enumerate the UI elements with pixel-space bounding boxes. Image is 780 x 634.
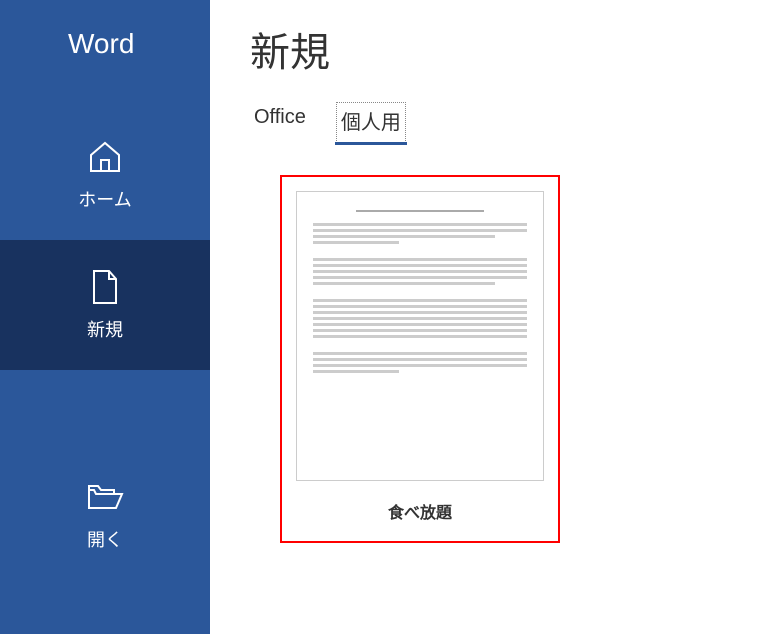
sidebar: Word ホーム 新規 開く xyxy=(0,0,210,634)
app-title: Word xyxy=(0,0,210,110)
tab-label: Office xyxy=(254,106,306,128)
folder-open-icon xyxy=(86,478,124,516)
tab-label: 個人用 xyxy=(341,112,401,134)
document-icon xyxy=(86,268,124,306)
tabs: Office 個人用 xyxy=(250,102,740,143)
sidebar-spacer xyxy=(0,370,210,450)
sidebar-item-open[interactable]: 開く xyxy=(0,450,210,580)
sidebar-item-home[interactable]: ホーム xyxy=(0,110,210,240)
sidebar-item-label: ホーム xyxy=(78,186,131,212)
tab-office[interactable]: Office xyxy=(252,102,308,143)
template-label: 食べ放題 xyxy=(296,499,544,523)
sidebar-item-label: 開く xyxy=(87,526,123,552)
template-card[interactable]: 食べ放題 xyxy=(280,175,560,543)
tab-personal[interactable]: 個人用 xyxy=(336,102,406,143)
template-thumbnail xyxy=(296,191,544,481)
home-icon xyxy=(86,138,124,176)
main-content: 新規 Office 個人用 xyxy=(210,0,780,634)
sidebar-item-new[interactable]: 新規 xyxy=(0,240,210,370)
template-area: 食べ放題 xyxy=(250,175,740,543)
sidebar-item-label: 新規 xyxy=(87,316,123,342)
page-title: 新規 xyxy=(250,20,740,78)
